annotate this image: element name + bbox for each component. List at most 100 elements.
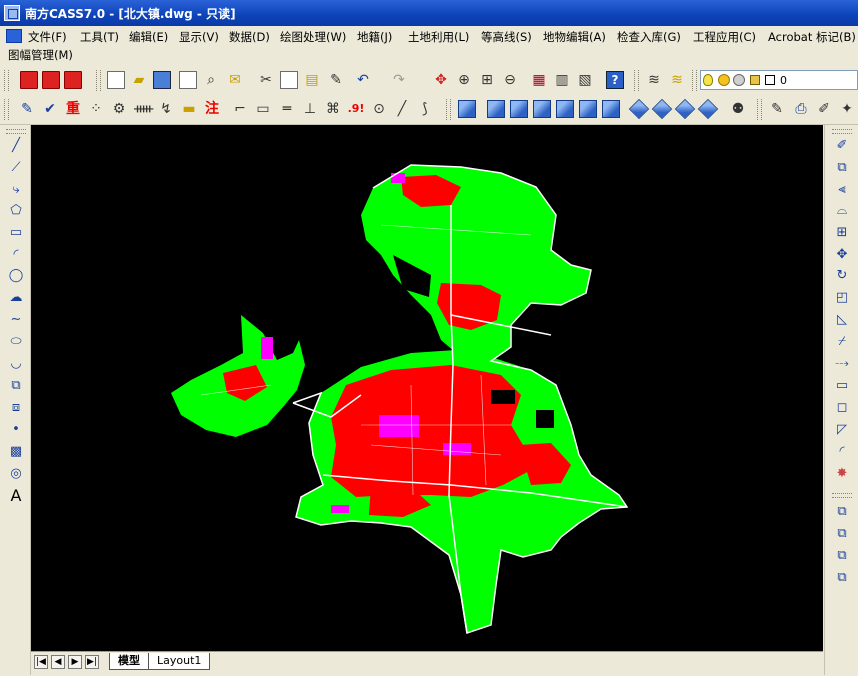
camera-icon[interactable]: ⚉: [729, 100, 747, 118]
text-icon[interactable]: A: [7, 487, 25, 505]
toolbar-grip[interactable]: [4, 70, 9, 91]
menu-sheet-manage[interactable]: 图幅管理(M): [8, 47, 73, 63]
toolbar-grip[interactable]: [757, 99, 762, 120]
nw-iso-icon[interactable]: [697, 98, 719, 120]
menu-check-import[interactable]: 检查入库(G): [617, 29, 681, 45]
menu-engineering[interactable]: 工程应用(C): [693, 29, 756, 45]
bike-icon[interactable]: ⚙: [110, 100, 128, 118]
zoom-previous-icon[interactable]: ⊖: [501, 71, 519, 89]
circle-point-icon[interactable]: ⊙: [370, 100, 388, 118]
copy-object-icon[interactable]: ⧉: [833, 159, 851, 177]
break-at-point-icon[interactable]: ◻: [833, 399, 851, 417]
revision-cloud-icon[interactable]: ☁: [7, 289, 25, 307]
insert-block-icon[interactable]: ⧉: [7, 377, 25, 395]
curve-lines-icon[interactable]: ⟆: [416, 100, 434, 118]
new-icon[interactable]: [107, 71, 125, 89]
paste-icon[interactable]: ▤: [303, 71, 321, 89]
draworder-under-icon[interactable]: ⧉: [833, 569, 851, 587]
text-style-icon[interactable]: ⌘: [324, 100, 342, 118]
arc-icon[interactable]: ◜: [7, 246, 25, 264]
polygon-icon[interactable]: ⬠: [7, 202, 25, 220]
pan-icon[interactable]: ✥: [432, 71, 450, 89]
menu-acrobat[interactable]: Acrobat 标记(B): [768, 29, 856, 45]
sw-iso-icon[interactable]: [628, 98, 650, 120]
pdf-icon[interactable]: [20, 71, 38, 89]
array-icon[interactable]: ⊞: [833, 224, 851, 242]
grid-points-icon[interactable]: ⁘: [87, 100, 105, 118]
construction-line-icon[interactable]: ⟋: [7, 159, 25, 177]
freeze-icon[interactable]: [733, 74, 745, 86]
tool-palette-icon[interactable]: ▧: [576, 71, 594, 89]
nav-prev-button[interactable]: ◀: [51, 655, 65, 669]
ellipse-icon[interactable]: ⬭: [7, 333, 25, 351]
rectangle-icon[interactable]: ▭: [7, 224, 25, 242]
layer-dropdown[interactable]: 0: [700, 70, 858, 90]
ruler-icon[interactable]: ▬: [180, 100, 198, 118]
region-icon[interactable]: ◎: [7, 465, 25, 483]
lock-icon[interactable]: [750, 75, 760, 85]
rectangle-icon[interactable]: ▭: [254, 100, 272, 118]
menu-cadastre[interactable]: 地籍(J): [357, 29, 392, 45]
preview-icon[interactable]: ⌕: [202, 71, 220, 89]
draworder-back-icon[interactable]: ⧉: [833, 525, 851, 543]
scale-icon[interactable]: ◰: [833, 289, 851, 307]
menu-land-use[interactable]: 土地利用(L): [408, 29, 469, 45]
rotate-icon[interactable]: ↻: [833, 267, 851, 285]
menu-edit[interactable]: 编辑(E): [129, 29, 168, 45]
layer-manager-icon[interactable]: ≋: [645, 71, 663, 89]
check-icon[interactable]: ✔: [41, 100, 59, 118]
toolbar-grip[interactable]: [6, 129, 26, 134]
ellipse-arc-icon[interactable]: ◡: [7, 355, 25, 373]
line-ticks-icon[interactable]: ⊥: [301, 100, 319, 118]
wand-icon[interactable]: ✦: [838, 100, 856, 118]
sun-icon[interactable]: [718, 74, 730, 86]
pdf-options-icon[interactable]: [64, 71, 82, 89]
erase-icon[interactable]: ✐: [833, 137, 851, 155]
pdf-convert-icon[interactable]: [42, 71, 60, 89]
design-center-icon[interactable]: ▥: [553, 71, 571, 89]
draworder-front-icon[interactable]: ⧉: [833, 503, 851, 521]
elevation-point-button[interactable]: .9!: [347, 100, 365, 118]
menu-drawing[interactable]: 绘图处理(W): [280, 29, 346, 45]
bulb-icon[interactable]: [703, 74, 713, 86]
move-icon[interactable]: ✥: [833, 246, 851, 264]
toolbar-grip[interactable]: [446, 99, 451, 120]
dim-icon[interactable]: ✎: [768, 100, 786, 118]
match-properties-icon[interactable]: ✎: [327, 71, 345, 89]
properties-edit-icon[interactable]: ✎: [18, 100, 36, 118]
front-view-icon[interactable]: [579, 100, 597, 118]
se-iso-icon[interactable]: [651, 98, 673, 120]
app-icon[interactable]: [4, 5, 20, 21]
document-icon[interactable]: [6, 29, 22, 43]
menu-data[interactable]: 数据(D): [229, 29, 270, 45]
toolbar-grip[interactable]: [96, 70, 101, 91]
diagonal-line-icon[interactable]: ╱: [393, 100, 411, 118]
stretch-icon[interactable]: ◺: [833, 311, 851, 329]
toolbar-grip[interactable]: [832, 493, 852, 498]
nav-next-button[interactable]: ▶: [68, 655, 82, 669]
edit-icon[interactable]: ⎙: [792, 100, 810, 118]
help-icon[interactable]: ?: [606, 71, 624, 89]
hatch-icon[interactable]: ▩: [7, 443, 25, 461]
symbol-icon[interactable]: ᚔ: [134, 100, 153, 118]
make-block-icon[interactable]: ⧈: [7, 399, 25, 417]
right-view-icon[interactable]: [556, 100, 574, 118]
toolbar-grip[interactable]: [634, 70, 639, 91]
polyline-icon[interactable]: ⤷: [7, 181, 25, 199]
extend-icon[interactable]: ⤏: [833, 355, 851, 373]
tab-layout1[interactable]: Layout1: [148, 653, 211, 670]
bottom-view-icon[interactable]: [510, 100, 528, 118]
explode-icon[interactable]: ✸: [833, 465, 851, 483]
menu-view[interactable]: 显示(V): [179, 29, 219, 45]
parallel-lines-icon[interactable]: ═: [278, 100, 296, 118]
spline-icon[interactable]: ∼: [7, 311, 25, 329]
menu-tools[interactable]: 工具(T): [80, 29, 119, 45]
mirror-icon[interactable]: ⫷: [833, 181, 851, 199]
fillet-icon[interactable]: ◜: [833, 443, 851, 461]
menu-feature-edit[interactable]: 地物编辑(A): [543, 29, 606, 45]
plot-icon[interactable]: [179, 71, 197, 89]
toolbar-grip[interactable]: [4, 99, 9, 120]
zoom-realtime-icon[interactable]: ⊕: [455, 71, 473, 89]
line-icon[interactable]: ╱: [7, 137, 25, 155]
left-view-icon[interactable]: [533, 100, 551, 118]
